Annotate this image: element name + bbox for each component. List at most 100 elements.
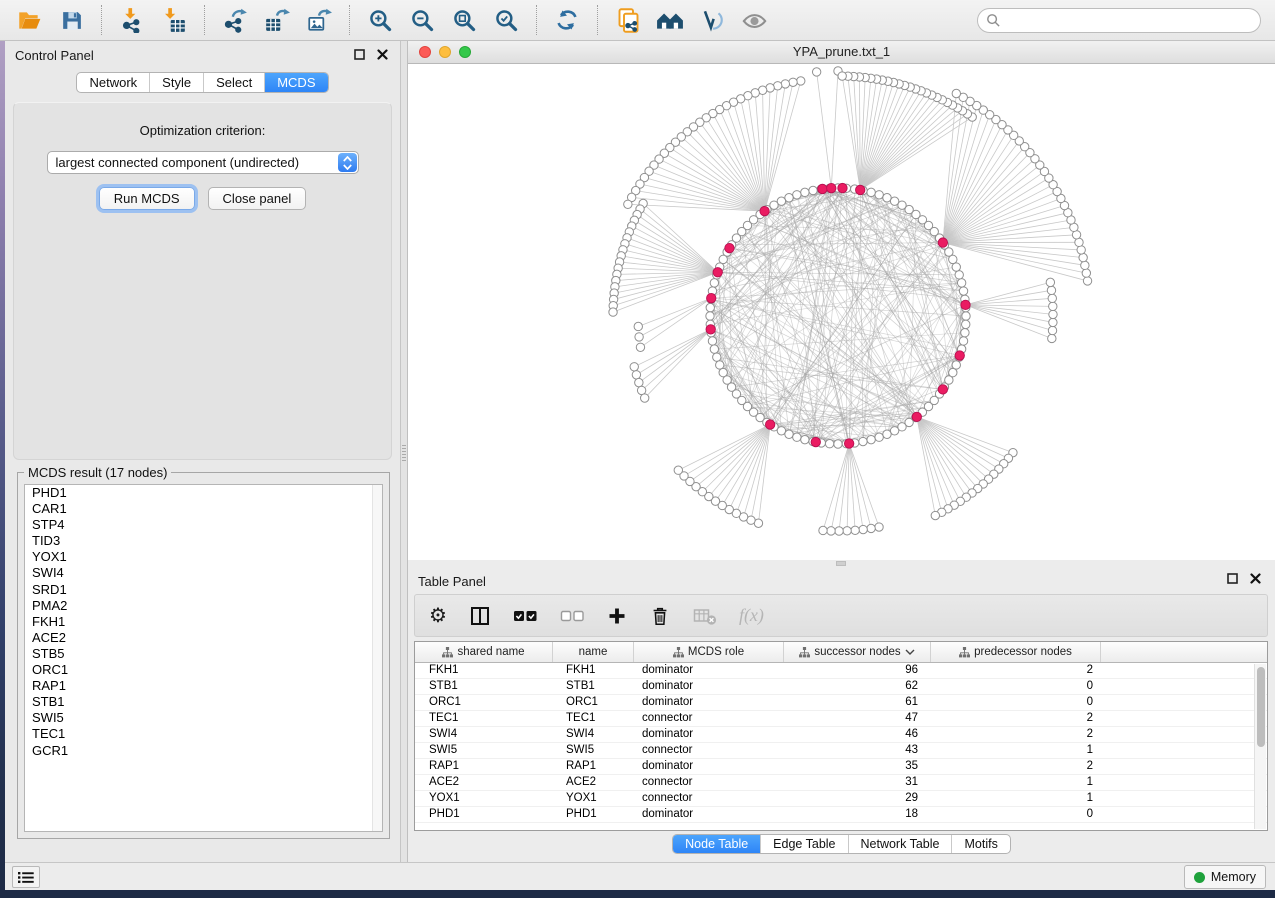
tab-mcds[interactable]: MCDS <box>264 73 327 92</box>
graph-leaf-node[interactable] <box>859 525 867 533</box>
table-cell[interactable]: 31 <box>784 775 931 790</box>
table-cell[interactable]: SWI4 <box>415 727 553 742</box>
table-cell[interactable]: SWI4 <box>553 727 634 742</box>
mcds-result-item[interactable]: PHD1 <box>25 485 382 501</box>
graph-leaf-node[interactable] <box>1048 334 1056 342</box>
graph-node[interactable] <box>785 430 793 438</box>
zoom-fit-button[interactable] <box>447 4 481 36</box>
graph-leaf-node[interactable] <box>1081 261 1089 269</box>
mcds-result-item[interactable]: PMA2 <box>25 598 382 614</box>
mcds-result-item[interactable]: YOX1 <box>25 549 382 565</box>
table-cell[interactable]: PHD1 <box>415 807 553 822</box>
select-all-button[interactable] <box>513 601 538 631</box>
graph-node[interactable] <box>777 427 785 435</box>
table-row[interactable]: ACE2ACE2connector311 <box>415 775 1267 791</box>
function-builder-button[interactable]: f(x) <box>739 601 764 631</box>
graph-leaf-node[interactable] <box>789 78 797 86</box>
graph-node[interactable] <box>710 345 718 353</box>
table-cell[interactable]: 96 <box>784 663 931 678</box>
table-row[interactable]: PHD1PHD1dominator180 <box>415 807 1267 823</box>
graph-node[interactable] <box>959 337 967 345</box>
graph-leaf-node[interactable] <box>1048 326 1056 334</box>
tab-network[interactable]: Network <box>77 73 149 92</box>
mcds-result-item[interactable]: STP4 <box>25 517 382 533</box>
task-history-button[interactable] <box>12 866 40 888</box>
memory-button[interactable]: Memory <box>1184 865 1266 889</box>
graph-node[interactable] <box>867 188 875 196</box>
vizmapper-button[interactable] <box>695 4 729 36</box>
graph-mcds-node[interactable] <box>912 412 921 421</box>
table-row[interactable]: ORC1ORC1dominator610 <box>415 695 1267 711</box>
graph-leaf-node[interactable] <box>843 527 851 535</box>
table-cell[interactable]: dominator <box>634 679 784 694</box>
graph-mcds-node[interactable] <box>827 183 836 192</box>
table-cell[interactable]: ORC1 <box>415 695 553 710</box>
graph-leaf-node[interactable] <box>1049 310 1057 318</box>
graph-leaf-node[interactable] <box>634 322 642 330</box>
close-panel-icon[interactable] <box>1250 573 1261 584</box>
table-tab-node-table[interactable]: Node Table <box>673 835 760 853</box>
window-close-icon[interactable] <box>419 46 431 58</box>
graph-mcds-node[interactable] <box>707 293 716 302</box>
delete-table-button[interactable] <box>693 601 717 631</box>
graph-node[interactable] <box>952 361 960 369</box>
graph-node[interactable] <box>793 433 801 441</box>
graph-leaf-node[interactable] <box>867 524 875 532</box>
graph-leaf-node[interactable] <box>1049 302 1057 310</box>
table-cell[interactable]: STB1 <box>415 679 553 694</box>
graph-node[interactable] <box>706 303 714 311</box>
table-cell[interactable]: connector <box>634 791 784 806</box>
table-cell[interactable]: 2 <box>931 727 1101 742</box>
mcds-result-item[interactable]: ACE2 <box>25 630 382 646</box>
graph-leaf-node[interactable] <box>1077 246 1085 254</box>
column-header-successor-nodes[interactable]: successor nodes <box>784 642 931 662</box>
mcds-result-item[interactable]: ORC1 <box>25 662 382 678</box>
table-cell[interactable]: 35 <box>784 759 931 774</box>
graph-node[interactable] <box>962 312 970 320</box>
graph-mcds-node[interactable] <box>706 325 715 334</box>
export-image-button[interactable] <box>302 4 336 36</box>
graph-node[interactable] <box>716 361 724 369</box>
mcds-result-item[interactable]: CAR1 <box>25 501 382 517</box>
graph-node[interactable] <box>708 337 716 345</box>
graph-node[interactable] <box>957 279 965 287</box>
network-window-titlebar[interactable]: YPA_prune.txt_1 <box>408 41 1275 64</box>
mcds-result-list[interactable]: PHD1CAR1STP4TID3YOX1SWI4SRD1PMA2FKH1ACE2… <box>24 484 383 832</box>
table-cell[interactable]: SWI5 <box>553 743 634 758</box>
graph-mcds-node[interactable] <box>856 185 865 194</box>
clone-network-button[interactable] <box>611 4 645 36</box>
graph-node[interactable] <box>883 194 891 202</box>
node-table[interactable]: shared namenameMCDS rolesuccessor nodesp… <box>414 641 1268 831</box>
graph-node[interactable] <box>809 186 817 194</box>
graph-node[interactable] <box>801 188 809 196</box>
mcds-result-item[interactable]: SRD1 <box>25 582 382 598</box>
zoom-out-button[interactable] <box>405 4 439 36</box>
toggle-columns-button[interactable] <box>469 601 491 631</box>
graph-leaf-node[interactable] <box>851 526 859 534</box>
graph-mcds-node[interactable] <box>955 351 964 360</box>
graph-leaf-node[interactable] <box>632 371 640 379</box>
table-cell[interactable]: ACE2 <box>553 775 634 790</box>
table-cell[interactable]: PHD1 <box>553 807 634 822</box>
table-cell[interactable]: dominator <box>634 759 784 774</box>
table-cell[interactable]: connector <box>634 775 784 790</box>
graph-node[interactable] <box>785 194 793 202</box>
graph-leaf-node[interactable] <box>773 82 781 90</box>
import-table-button[interactable] <box>157 4 191 36</box>
add-column-button[interactable] <box>607 601 627 631</box>
table-row[interactable]: TEC1TEC1connector472 <box>415 711 1267 727</box>
table-cell[interactable]: YOX1 <box>553 791 634 806</box>
column-header-shared-name[interactable]: shared name <box>415 642 553 662</box>
mcds-result-item[interactable]: TEC1 <box>25 726 382 742</box>
table-tab-motifs[interactable]: Motifs <box>951 835 1009 853</box>
table-cell[interactable]: ORC1 <box>553 695 634 710</box>
graph-leaf-node[interactable] <box>819 526 827 534</box>
table-cell[interactable]: YOX1 <box>415 791 553 806</box>
network-graph[interactable] <box>408 64 1275 560</box>
delete-column-button[interactable] <box>649 601 671 631</box>
table-row[interactable]: SWI5SWI5connector431 <box>415 743 1267 759</box>
table-cell[interactable]: 61 <box>784 695 931 710</box>
mcds-result-item[interactable]: FKH1 <box>25 614 382 630</box>
graph-leaf-node[interactable] <box>1046 278 1054 286</box>
open-file-button[interactable] <box>12 4 46 36</box>
